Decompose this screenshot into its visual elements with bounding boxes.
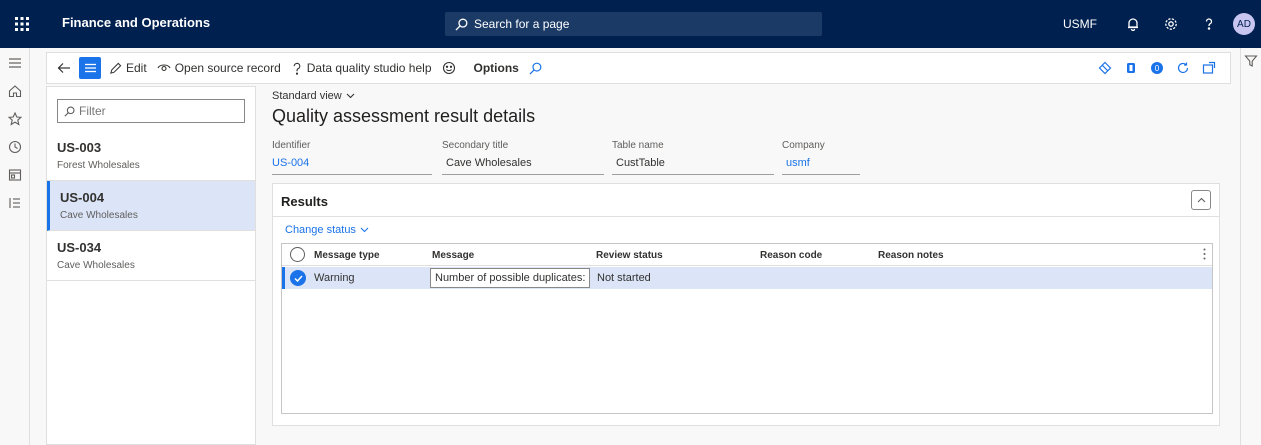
help-button[interactable]: Data quality studio help bbox=[291, 53, 432, 83]
list-item-name: Cave Wholesales bbox=[57, 260, 135, 271]
company-value[interactable]: usmf bbox=[782, 157, 860, 175]
list-item-selected[interactable]: US-004 Cave Wholesales bbox=[47, 181, 255, 231]
action-search-button[interactable] bbox=[529, 53, 546, 83]
secondary-title-label: Secondary title bbox=[442, 140, 509, 151]
divider bbox=[273, 216, 1219, 217]
filter-box[interactable] bbox=[57, 99, 245, 123]
table-row[interactable]: Warning Number of possible duplicates: 1… bbox=[282, 267, 1212, 289]
list-item[interactable]: US-003 Forest Wholesales bbox=[47, 131, 255, 181]
workspace-icon[interactable] bbox=[6, 166, 24, 184]
list-item-id: US-003 bbox=[57, 140, 102, 155]
question-icon bbox=[293, 62, 301, 75]
top-bar: Finance and Operations Search for a page… bbox=[0, 0, 1261, 48]
pencil-icon bbox=[110, 62, 122, 74]
svg-text:0: 0 bbox=[1155, 64, 1160, 73]
secondary-title-field: Secondary title Cave Wholesales bbox=[442, 140, 604, 175]
refresh-icon[interactable] bbox=[1172, 53, 1194, 83]
chevron-down-icon bbox=[360, 227, 369, 233]
diamond-icon[interactable] bbox=[1094, 53, 1116, 83]
column-message-type[interactable]: Message type bbox=[314, 250, 380, 261]
search-placeholder: Search for a page bbox=[474, 17, 570, 31]
edit-label: Edit bbox=[126, 61, 147, 75]
hamburger-icon[interactable] bbox=[6, 54, 24, 72]
star-icon[interactable] bbox=[6, 110, 24, 128]
search-icon bbox=[455, 18, 468, 31]
filter-input[interactable] bbox=[79, 104, 239, 118]
page-title: Quality assessment result details bbox=[272, 106, 536, 126]
column-message[interactable]: Message bbox=[432, 250, 474, 261]
company-picker[interactable]: USMF bbox=[1063, 17, 1097, 31]
grid-header: Message type Message Review status Reaso… bbox=[282, 244, 1212, 266]
table-name-field: Table name CustTable bbox=[612, 140, 774, 175]
bell-icon[interactable] bbox=[1119, 0, 1147, 48]
change-status-label: Change status bbox=[285, 224, 356, 236]
clock-icon[interactable] bbox=[6, 138, 24, 156]
search-icon bbox=[529, 62, 542, 74]
list-item-id: US-034 bbox=[57, 240, 102, 255]
column-reason-code[interactable]: Reason code bbox=[760, 250, 822, 261]
modules-icon[interactable] bbox=[6, 194, 24, 212]
more-options-icon[interactable] bbox=[1203, 248, 1206, 263]
column-reason-notes[interactable]: Reason notes bbox=[878, 250, 944, 261]
feedback-button[interactable] bbox=[442, 53, 460, 83]
search-icon bbox=[64, 105, 75, 117]
search-box[interactable]: Search for a page bbox=[445, 12, 822, 36]
edit-button[interactable]: Edit bbox=[109, 53, 147, 83]
identifier-field: Identifier US-004 bbox=[272, 140, 432, 175]
list-item[interactable]: US-034 Cave Wholesales bbox=[47, 231, 255, 281]
chevron-up-icon bbox=[1197, 197, 1205, 203]
right-rail bbox=[1240, 48, 1261, 445]
open-source-record-button[interactable]: Open source record bbox=[157, 53, 281, 83]
cell-message[interactable]: Number of possible duplicates: 1 bbox=[430, 268, 590, 288]
app-title[interactable]: Finance and Operations bbox=[62, 15, 210, 30]
waffle-icon[interactable] bbox=[8, 10, 36, 38]
view-label: Standard view bbox=[272, 90, 342, 102]
identifier-value[interactable]: US-004 bbox=[272, 157, 432, 175]
help-label: Data quality studio help bbox=[306, 61, 432, 75]
results-section: Results Change status Message type Messa… bbox=[272, 183, 1220, 426]
question-icon[interactable] bbox=[1195, 0, 1223, 48]
open-source-record-label: Open source record bbox=[174, 61, 281, 75]
select-all-checkbox[interactable] bbox=[290, 247, 305, 262]
action-pane: Edit Open source record Data quality stu… bbox=[46, 52, 1231, 84]
identifier-label: Identifier bbox=[272, 140, 311, 151]
chevron-down-icon bbox=[346, 93, 355, 99]
office-icon[interactable] bbox=[1120, 53, 1142, 83]
list-item-id: US-004 bbox=[60, 190, 105, 205]
results-grid: Message type Message Review status Reaso… bbox=[281, 243, 1213, 414]
secondary-title-value: Cave Wholesales bbox=[442, 157, 604, 175]
gear-icon[interactable] bbox=[1157, 0, 1185, 48]
results-title[interactable]: Results bbox=[281, 194, 328, 209]
list-item-name: Cave Wholesales bbox=[60, 210, 138, 221]
view-selector[interactable]: Standard view bbox=[272, 90, 355, 102]
change-status-button[interactable]: Change status bbox=[285, 224, 369, 236]
list-toggle-button[interactable] bbox=[79, 57, 101, 79]
table-name-value: CustTable bbox=[612, 157, 774, 175]
options-button[interactable]: Options bbox=[474, 53, 519, 83]
home-icon[interactable] bbox=[6, 82, 24, 100]
nav-rail bbox=[0, 48, 30, 445]
filter-icon[interactable] bbox=[1244, 54, 1258, 71]
list-pane: US-003 Forest Wholesales US-004 Cave Who… bbox=[46, 86, 256, 445]
list-item-name: Forest Wholesales bbox=[57, 160, 140, 171]
cell-review-status: Not started bbox=[597, 272, 651, 284]
company-field: Company usmf bbox=[782, 140, 860, 175]
smiley-icon bbox=[442, 61, 455, 75]
attachments-icon[interactable]: 0 bbox=[1146, 53, 1168, 83]
list-icon bbox=[84, 63, 96, 73]
row-selected-checkbox[interactable] bbox=[290, 270, 306, 286]
company-label: Company bbox=[782, 140, 825, 151]
collapse-button[interactable] bbox=[1191, 190, 1211, 210]
cell-message-type: Warning bbox=[314, 272, 355, 284]
eye-icon bbox=[157, 64, 171, 72]
back-button[interactable] bbox=[51, 53, 77, 83]
back-arrow-icon bbox=[57, 63, 70, 73]
popout-icon[interactable] bbox=[1198, 53, 1220, 83]
avatar[interactable]: AD bbox=[1233, 13, 1255, 35]
checkmark-icon bbox=[293, 274, 303, 282]
table-name-label: Table name bbox=[612, 140, 664, 151]
column-review-status[interactable]: Review status bbox=[596, 250, 663, 261]
